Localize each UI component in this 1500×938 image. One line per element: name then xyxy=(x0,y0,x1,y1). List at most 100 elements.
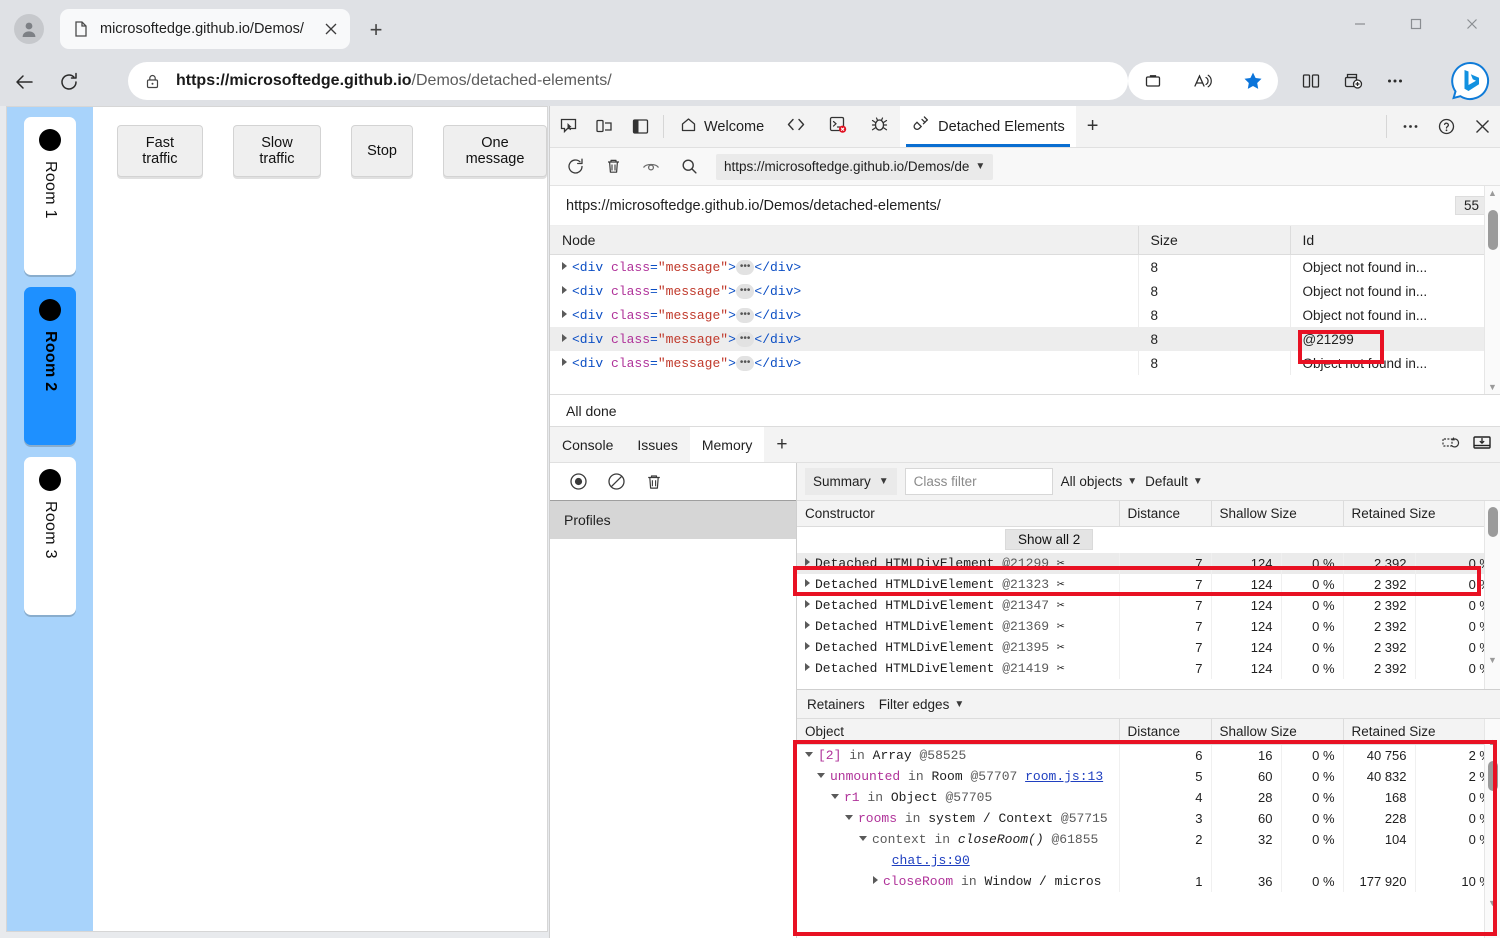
table-row[interactable]: Detached HTMLDivElement @21419 ✂ 7 124 0… xyxy=(797,657,1500,679)
search-icon[interactable] xyxy=(672,153,706,181)
address-bar[interactable]: https://microsoftedge.github.io/Demos/de… xyxy=(128,62,1128,100)
expand-triangle-icon[interactable] xyxy=(562,334,567,342)
tab-debugger[interactable] xyxy=(859,106,900,147)
table-row[interactable]: chat.js:90 xyxy=(797,850,1500,871)
record-icon[interactable] xyxy=(564,468,592,496)
expand-triangle-icon[interactable] xyxy=(873,876,878,884)
table-row[interactable]: <div class="message"> ••• </div> 8 @21299 xyxy=(550,327,1500,351)
expand-triangle-icon[interactable] xyxy=(562,358,567,366)
close-icon[interactable] xyxy=(320,18,342,40)
clear-icon[interactable] xyxy=(602,468,630,496)
profile-avatar[interactable] xyxy=(14,14,44,44)
devtools-add-tab-button[interactable]: + xyxy=(1076,106,1110,147)
table-row[interactable]: <div class="message"> ••• </div> 8 Object … xyxy=(550,279,1500,303)
room-item-3[interactable]: Room 3 xyxy=(24,457,76,615)
column-constructor[interactable]: Constructor xyxy=(797,501,1120,527)
collapse-triangle-icon[interactable] xyxy=(831,794,839,799)
inspect-icon[interactable] xyxy=(550,106,586,147)
expand-triangle-icon[interactable] xyxy=(562,262,567,270)
tab-welcome[interactable]: Welcome xyxy=(669,106,775,147)
table-row[interactable]: Detached HTMLDivElement @21323 ✂ 7 124 0… xyxy=(797,573,1500,595)
expand-triangle-icon[interactable] xyxy=(805,599,810,608)
collections-icon[interactable] xyxy=(1138,66,1168,96)
reload-icon[interactable] xyxy=(50,63,88,101)
tab-console[interactable]: Console xyxy=(550,427,625,462)
help-icon[interactable] xyxy=(1428,106,1464,147)
back-arrow-icon[interactable] xyxy=(6,63,44,101)
table-row[interactable]: Detached HTMLDivElement @21369 ✂ 7 124 0… xyxy=(797,615,1500,637)
table-row[interactable]: r1 in Object @57705 4 28 0 % 168 0 % xyxy=(797,787,1500,808)
scrollbar-thumb[interactable] xyxy=(1488,210,1498,250)
stop-button[interactable]: Stop xyxy=(351,125,413,177)
expand-triangle-icon[interactable] xyxy=(805,641,810,650)
table-row[interactable]: rooms in system / Context @57715 3 60 0 … xyxy=(797,808,1500,829)
collapse-triangle-icon[interactable] xyxy=(859,836,867,841)
column-node[interactable]: Node xyxy=(550,226,1139,255)
column-retained-size[interactable]: Retained Size xyxy=(1343,501,1500,527)
scroll-down-arrow-icon[interactable]: ▼ xyxy=(1485,896,1500,910)
scroll-down-arrow-icon[interactable]: ▼ xyxy=(1485,653,1500,667)
restore-drawer-icon[interactable] xyxy=(1441,433,1460,457)
scroll-up-arrow-icon[interactable]: ▲ xyxy=(1485,735,1500,749)
more-options-icon[interactable] xyxy=(1374,62,1416,100)
expand-triangle-icon[interactable] xyxy=(805,578,810,587)
browser-tab[interactable]: microsoftedge.github.io/Demos/ xyxy=(60,9,350,49)
close-window-button[interactable] xyxy=(1444,0,1500,48)
table-row[interactable]: <div class="message"> ••• </div> 8 Object … xyxy=(550,351,1500,375)
slow-traffic-button[interactable]: Slow traffic xyxy=(232,125,322,177)
scrollbar-thumb[interactable] xyxy=(1488,507,1498,537)
detach-icon[interactable] xyxy=(634,153,668,181)
column-object[interactable]: Object xyxy=(797,719,1120,745)
trash-icon[interactable] xyxy=(596,153,630,181)
filter-edges-select[interactable]: Filter edges ▼ xyxy=(879,697,964,712)
add-collection-icon[interactable] xyxy=(1332,62,1374,100)
constructor-grid-scrollbar[interactable]: ▼ xyxy=(1484,501,1500,689)
table-row[interactable]: <div class="message"> ••• </div> 8 Object … xyxy=(550,303,1500,327)
read-aloud-icon[interactable] xyxy=(1188,66,1218,96)
column-distance[interactable]: Distance xyxy=(1119,501,1212,527)
expand-triangle-icon[interactable] xyxy=(805,662,810,671)
expand-triangle-icon[interactable] xyxy=(562,286,567,294)
more-tools-icon[interactable] xyxy=(1392,106,1428,147)
source-link[interactable]: chat.js:90 xyxy=(892,853,970,868)
children-ellipsis[interactable]: ••• xyxy=(735,308,755,323)
children-ellipsis[interactable]: ••• xyxy=(735,260,755,275)
column-retained-size[interactable]: Retained Size xyxy=(1343,719,1500,745)
fast-traffic-button[interactable]: Fast traffic xyxy=(117,125,203,177)
column-id[interactable]: Id xyxy=(1290,226,1500,255)
column-shallow-size[interactable]: Shallow Size xyxy=(1211,719,1344,745)
view-select[interactable]: Summary ▼ xyxy=(805,468,897,495)
tab-detached-elements[interactable]: Detached Elements xyxy=(900,106,1076,147)
maximize-button[interactable] xyxy=(1388,0,1444,48)
minimize-button[interactable] xyxy=(1332,0,1388,48)
column-size[interactable]: Size xyxy=(1138,226,1291,255)
collapse-triangle-icon[interactable] xyxy=(845,815,853,820)
drawer-add-tab-button[interactable]: + xyxy=(764,427,799,462)
collapse-triangle-icon[interactable] xyxy=(817,773,825,778)
table-row[interactable]: closeRoom in Window / micros 1 36 0 % 17… xyxy=(797,871,1500,892)
favorite-star-icon[interactable] xyxy=(1238,66,1268,96)
table-row[interactable]: Detached HTMLDivElement @21395 ✂ 7 124 0… xyxy=(797,636,1500,658)
detached-elements-scrollbar[interactable]: ▲ ▼ xyxy=(1484,186,1500,394)
close-devtools-icon[interactable] xyxy=(1464,106,1500,147)
tab-console[interactable] xyxy=(817,106,859,147)
table-row[interactable]: [2] in Array @58525 6 16 0 % 40 756 2 % xyxy=(797,744,1500,766)
expand-triangle-icon[interactable] xyxy=(805,557,810,566)
children-ellipsis[interactable]: ••• xyxy=(735,332,755,347)
table-row[interactable]: Detached HTMLDivElement @21347 ✂ 7 124 0… xyxy=(797,594,1500,616)
column-distance[interactable]: Distance xyxy=(1119,719,1212,745)
collapse-triangle-icon[interactable] xyxy=(805,752,813,757)
tab-elements[interactable] xyxy=(775,106,817,147)
bing-copilot-icon[interactable] xyxy=(1450,61,1490,101)
tab-issues[interactable]: Issues xyxy=(625,427,689,462)
tab-memory[interactable]: Memory xyxy=(689,427,765,462)
room-item-1[interactable]: Room 1 xyxy=(24,117,76,275)
room-item-2[interactable]: Room 2 xyxy=(24,287,76,445)
device-emulation-icon[interactable] xyxy=(586,106,622,147)
comparison-select[interactable]: Default ▼ xyxy=(1145,474,1203,489)
scroll-down-arrow-icon[interactable]: ▼ xyxy=(1485,380,1500,394)
children-ellipsis[interactable]: ••• xyxy=(735,284,755,299)
scroll-up-arrow-icon[interactable]: ▲ xyxy=(1485,186,1500,200)
new-tab-button[interactable]: + xyxy=(364,18,388,42)
profiles-header[interactable]: Profiles xyxy=(550,501,796,539)
